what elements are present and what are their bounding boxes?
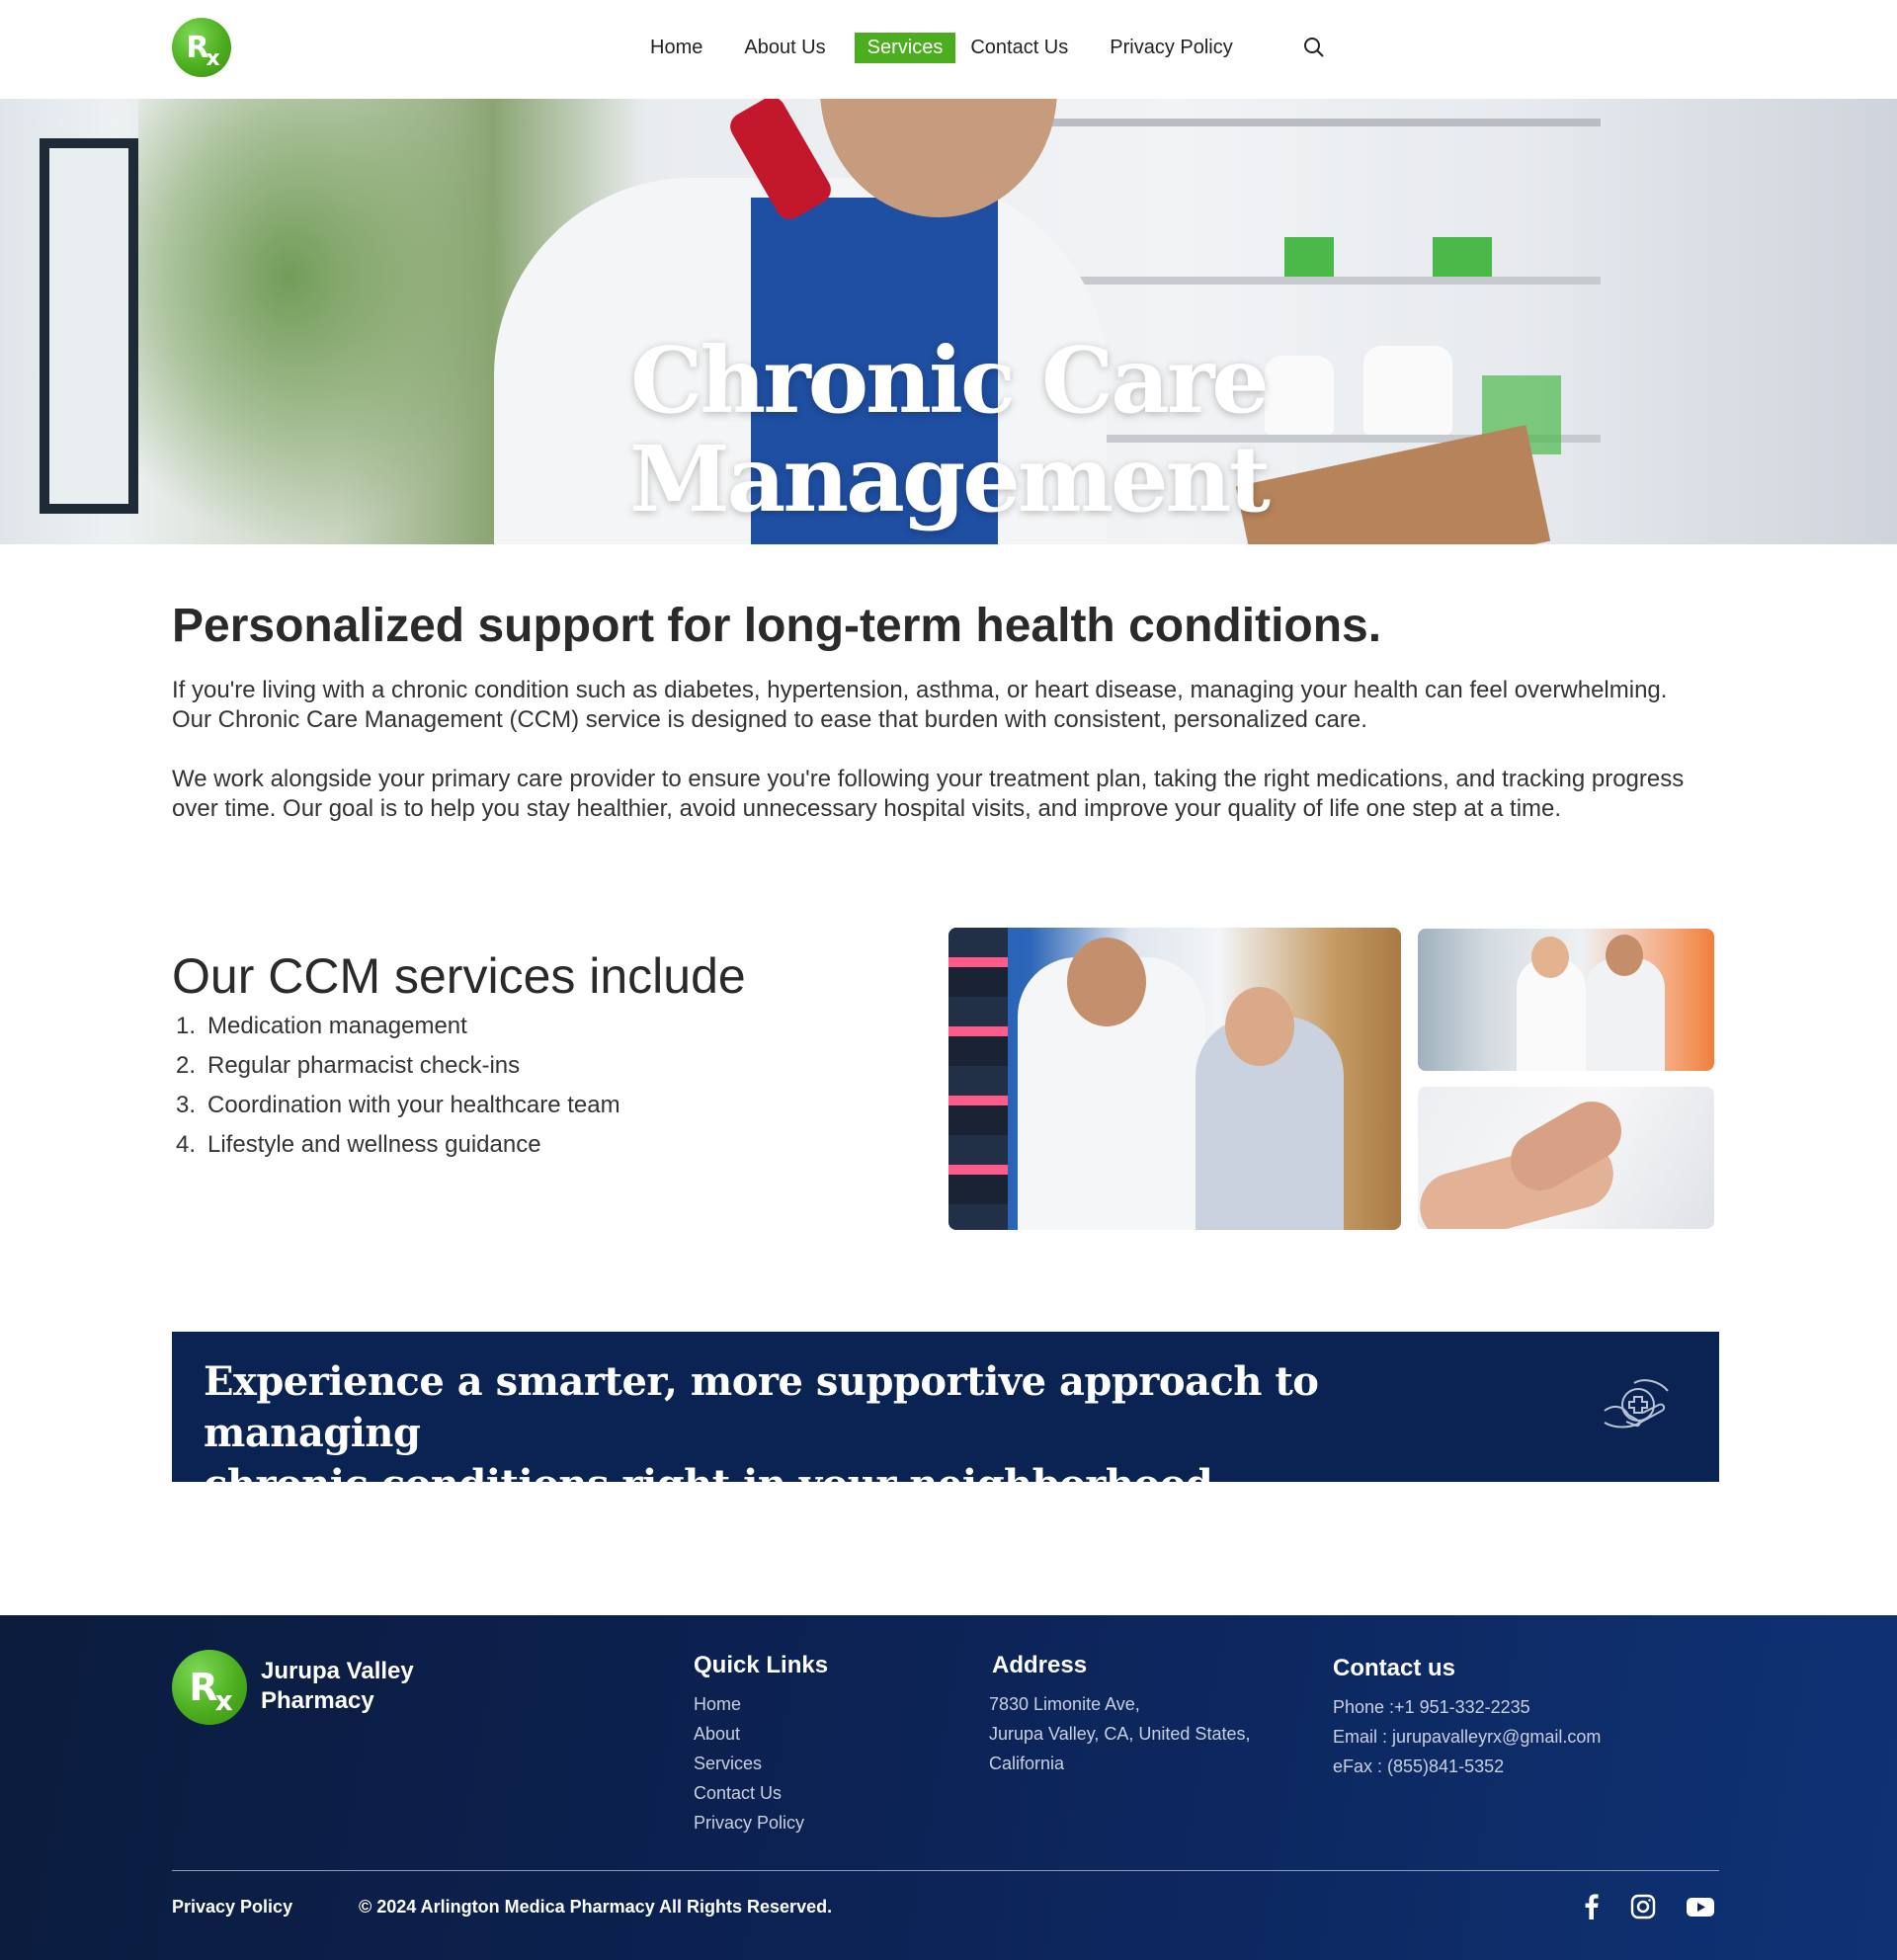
contact-efax: eFax : (855)841-5352	[1333, 1756, 1505, 1776]
list-item: 1. Medication management	[176, 1013, 467, 1039]
holding-hands-image	[1418, 1087, 1714, 1229]
list-item: 4. Lifestyle and wellness guidance	[176, 1131, 541, 1158]
address-text: 7830 Limonite Ave, Jurupa Valley, CA, Un…	[989, 1694, 1251, 1773]
contact-info: Phone :+1 951-332-2235 Email : jurupaval…	[1333, 1692, 1601, 1781]
main-nav: Home About Us Services Contact Us Privac…	[637, 32, 1262, 63]
nav-privacy-policy[interactable]: Privacy Policy	[1097, 33, 1245, 63]
footer-link-privacy-policy[interactable]: Privacy Policy	[694, 1808, 804, 1838]
footer-logo[interactable]: Rx	[172, 1650, 247, 1725]
footer-link-about[interactable]: About	[694, 1719, 804, 1749]
footer-link-home[interactable]: Home	[694, 1689, 804, 1719]
nav-about-us[interactable]: About Us	[731, 33, 838, 63]
rx-logo-icon: Rx	[189, 1666, 232, 1717]
quick-links-list: Home About Services Contact Us Privacy P…	[694, 1689, 804, 1838]
cta-banner: Experience a smarter, more supportive ap…	[172, 1332, 1719, 1559]
footer-link-services[interactable]: Services	[694, 1749, 804, 1778]
footer-link-contact-us[interactable]: Contact Us	[694, 1778, 804, 1808]
instagram-icon[interactable]	[1628, 1892, 1658, 1921]
medical-hands-icon	[1604, 1379, 1669, 1429]
pharmacists-team-image	[1418, 929, 1714, 1071]
footer-brand-name: Jurupa Valley Pharmacy	[261, 1658, 414, 1714]
contact-email[interactable]: Email : jurupavalleyrx@gmail.com	[1333, 1727, 1601, 1747]
footer-divider	[172, 1870, 1719, 1871]
rx-logo-icon: Rx	[186, 30, 219, 71]
quick-links-title: Quick Links	[694, 1652, 829, 1678]
intro-paragraph-2: We work alongside your primary care prov…	[172, 766, 1685, 822]
logo[interactable]: Rx	[172, 18, 231, 77]
hero-banner: Chronic Care Management	[0, 99, 1897, 544]
site-header: Rx Home About Us Services Contact Us Pri…	[0, 0, 1897, 99]
list-item: 3. Coordination with your healthcare team	[176, 1092, 620, 1118]
contact-title: Contact us	[1333, 1655, 1456, 1681]
contact-phone[interactable]: Phone :+1 951-332-2235	[1333, 1697, 1530, 1717]
services-heading: Our CCM services include	[172, 948, 746, 1004]
hero-title-line2: Management	[628, 426, 1271, 532]
facebook-icon[interactable]	[1577, 1892, 1607, 1921]
hero-title-line1: Chronic Care	[630, 327, 1270, 434]
nav-services[interactable]: Services	[854, 32, 956, 63]
intro-paragraph-1: If you're living with a chronic conditio…	[172, 677, 1668, 733]
address-title: Address	[992, 1652, 1088, 1678]
pharmacist-consultation-image	[948, 928, 1401, 1230]
nav-home[interactable]: Home	[637, 33, 715, 63]
hero-title: Chronic Care Management	[0, 331, 1897, 529]
services-list: 1. Medication management 2. Regular pharma…	[172, 1012, 620, 1170]
youtube-icon[interactable]	[1686, 1892, 1715, 1921]
nav-contact-us[interactable]: Contact Us	[957, 33, 1081, 63]
footer-privacy-link[interactable]: Privacy Policy	[172, 1895, 292, 1919]
site-footer: Rx Jurupa Valley Pharmacy Quick Links Ho…	[0, 1615, 1897, 1960]
search-icon[interactable]	[1302, 36, 1326, 59]
cta-text: Experience a smarter, more supportive ap…	[204, 1358, 1319, 1559]
intro-heading: Personalized support for long-term healt…	[172, 600, 1382, 652]
copyright-text: © 2024 Arlington Medica Pharmacy All Rig…	[359, 1897, 833, 1917]
list-item: 2. Regular pharmacist check-ins	[176, 1052, 521, 1079]
